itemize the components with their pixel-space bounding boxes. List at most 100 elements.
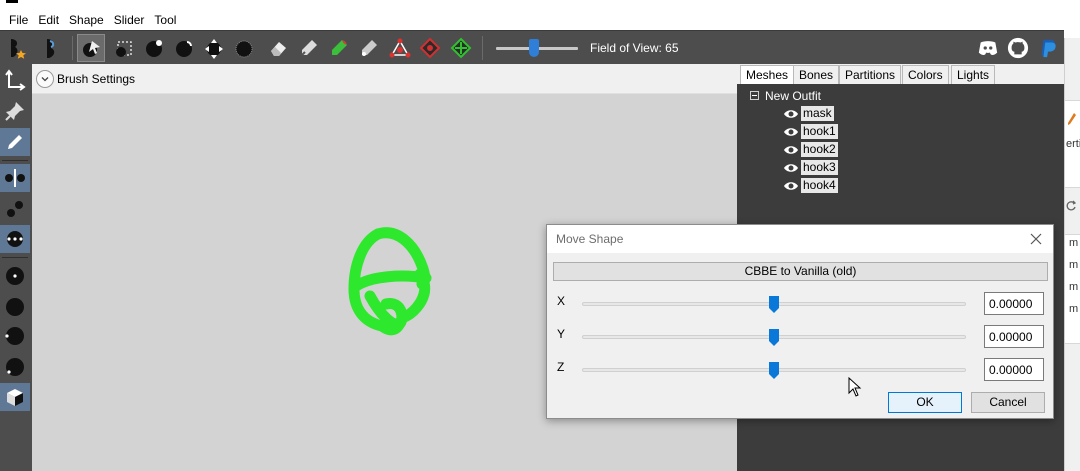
toolbar-separator (72, 36, 73, 60)
palette-separator (2, 160, 28, 161)
mask-brush-button[interactable] (110, 34, 138, 62)
alpha-brush-button[interactable] (355, 34, 383, 62)
color-brush-button[interactable] (325, 34, 353, 62)
view-point-button[interactable] (0, 262, 30, 290)
vertex-green-button[interactable] (447, 34, 475, 62)
mesh-label: hook2 (801, 142, 838, 157)
sphere-icon (6, 298, 24, 316)
y-slider-thumb[interactable] (768, 328, 780, 347)
close-icon (1030, 233, 1042, 245)
transform-tool-button[interactable] (0, 66, 30, 94)
discord-button[interactable] (976, 36, 1000, 60)
move-shape-dialog: Move Shape CBBE to Vanilla (old) X Y Z O… (546, 224, 1054, 419)
deflate-brush-icon (176, 41, 192, 57)
tab-partitions[interactable]: Partitions (839, 65, 902, 84)
paypal-button[interactable] (1036, 36, 1060, 60)
triangle-vertex-icon (389, 38, 411, 58)
background-text: m (1069, 237, 1079, 249)
deflate-brush-button[interactable] (170, 34, 198, 62)
fov-slider-thumb[interactable] (529, 39, 539, 57)
tab-bones[interactable]: Bones (793, 65, 840, 84)
global-brush-button[interactable] (0, 225, 30, 253)
inflate-brush-button[interactable] (140, 34, 168, 62)
outfit-icon (47, 39, 55, 58)
brush-settings-label: Brush Settings (57, 71, 136, 86)
paypal-icon (1041, 39, 1056, 58)
weight-brush-button[interactable] (295, 34, 323, 62)
toolbar: Field of View: 65 (0, 30, 1064, 64)
view-bottom-button[interactable] (0, 353, 30, 381)
pivot-tool-button[interactable] (0, 97, 30, 125)
title-strip (0, 0, 1064, 8)
collision-tool-button[interactable] (386, 34, 414, 62)
eraser-icon (271, 42, 286, 56)
dialog-close-button[interactable] (1027, 230, 1045, 248)
tab-meshes[interactable]: Meshes (740, 65, 795, 84)
eye-icon[interactable] (783, 108, 799, 120)
ok-button[interactable]: OK (888, 392, 962, 413)
dialog-title-bar[interactable]: Move Shape (547, 225, 1053, 253)
tool-palette (0, 64, 32, 471)
vertex-red-button[interactable] (416, 34, 444, 62)
pin-icon (5, 102, 24, 121)
load-reference-button[interactable] (2, 34, 30, 62)
tree-root[interactable]: New Outfit (750, 87, 821, 104)
body-star-icon (11, 39, 26, 59)
mesh-item-hook2[interactable]: hook2 (783, 141, 838, 158)
z-slider-thumb[interactable] (768, 361, 780, 380)
mesh-item-hook1[interactable]: hook1 (783, 123, 838, 140)
preset-button[interactable]: CBBE to Vanilla (old) (553, 262, 1048, 281)
x-slider-thumb[interactable] (768, 295, 780, 314)
mesh-item-mask[interactable]: mask (783, 105, 834, 122)
eye-icon[interactable] (783, 162, 799, 174)
background-text: m (1069, 259, 1079, 271)
eye-icon[interactable] (783, 180, 799, 192)
vertex-edit-button[interactable] (0, 128, 30, 156)
x-value-field[interactable] (984, 292, 1044, 315)
mesh-item-hook3[interactable]: hook3 (783, 159, 838, 176)
mesh-label: hook4 (801, 178, 838, 193)
eye-icon[interactable] (783, 144, 799, 156)
outfit-mesh[interactable] (342, 214, 452, 354)
axis-icon (5, 69, 26, 91)
tab-lights[interactable]: Lights (951, 65, 996, 84)
axis-z-label: Z (557, 360, 565, 374)
view-left-button[interactable] (0, 322, 30, 350)
brush-settings-bar[interactable]: Brush Settings (32, 64, 737, 94)
inflate-brush-icon (146, 40, 162, 57)
view-solid-button[interactable] (0, 293, 30, 321)
mask-brush-icon (116, 41, 132, 57)
eye-icon[interactable] (783, 126, 799, 138)
refresh-icon (1066, 200, 1077, 211)
mesh-label: hook3 (801, 160, 838, 175)
menu-edit[interactable]: Edit (33, 13, 64, 27)
y-value-field[interactable] (984, 325, 1044, 348)
tab-colors[interactable]: Colors (902, 65, 949, 84)
pencil-icon (1068, 113, 1076, 125)
mirror-x-button[interactable] (0, 164, 30, 192)
brush-settings-toggle[interactable] (36, 69, 54, 88)
discord-icon (978, 41, 998, 55)
select-tool-button[interactable] (77, 34, 105, 62)
eraser-tool-button[interactable] (264, 34, 292, 62)
github-button[interactable] (1006, 36, 1030, 60)
sphere-dot-icon (6, 267, 24, 285)
wireframe-button[interactable] (0, 383, 30, 411)
menu-slider[interactable]: Slider (109, 13, 150, 27)
outfit-studio-window: File Edit Shape Slider Tool Field of Vie… (0, 0, 1080, 471)
connected-button[interactable] (0, 195, 30, 223)
z-value-field[interactable] (984, 358, 1044, 381)
collapse-icon[interactable] (750, 91, 759, 100)
menu-shape[interactable]: Shape (64, 13, 109, 27)
smooth-brush-button[interactable] (230, 34, 258, 62)
select-arrow-icon (83, 41, 100, 57)
load-outfit-button[interactable] (38, 34, 66, 62)
mesh-label: hook1 (801, 124, 838, 139)
menu-file[interactable]: File (4, 13, 33, 27)
background-window: erti m m m m (1064, 38, 1080, 471)
mesh-item-hook4[interactable]: hook4 (783, 177, 838, 194)
cancel-button[interactable]: Cancel (971, 392, 1045, 413)
mesh-label: mask (801, 106, 834, 121)
menu-tool[interactable]: Tool (149, 13, 181, 27)
move-brush-button[interactable] (200, 34, 228, 62)
